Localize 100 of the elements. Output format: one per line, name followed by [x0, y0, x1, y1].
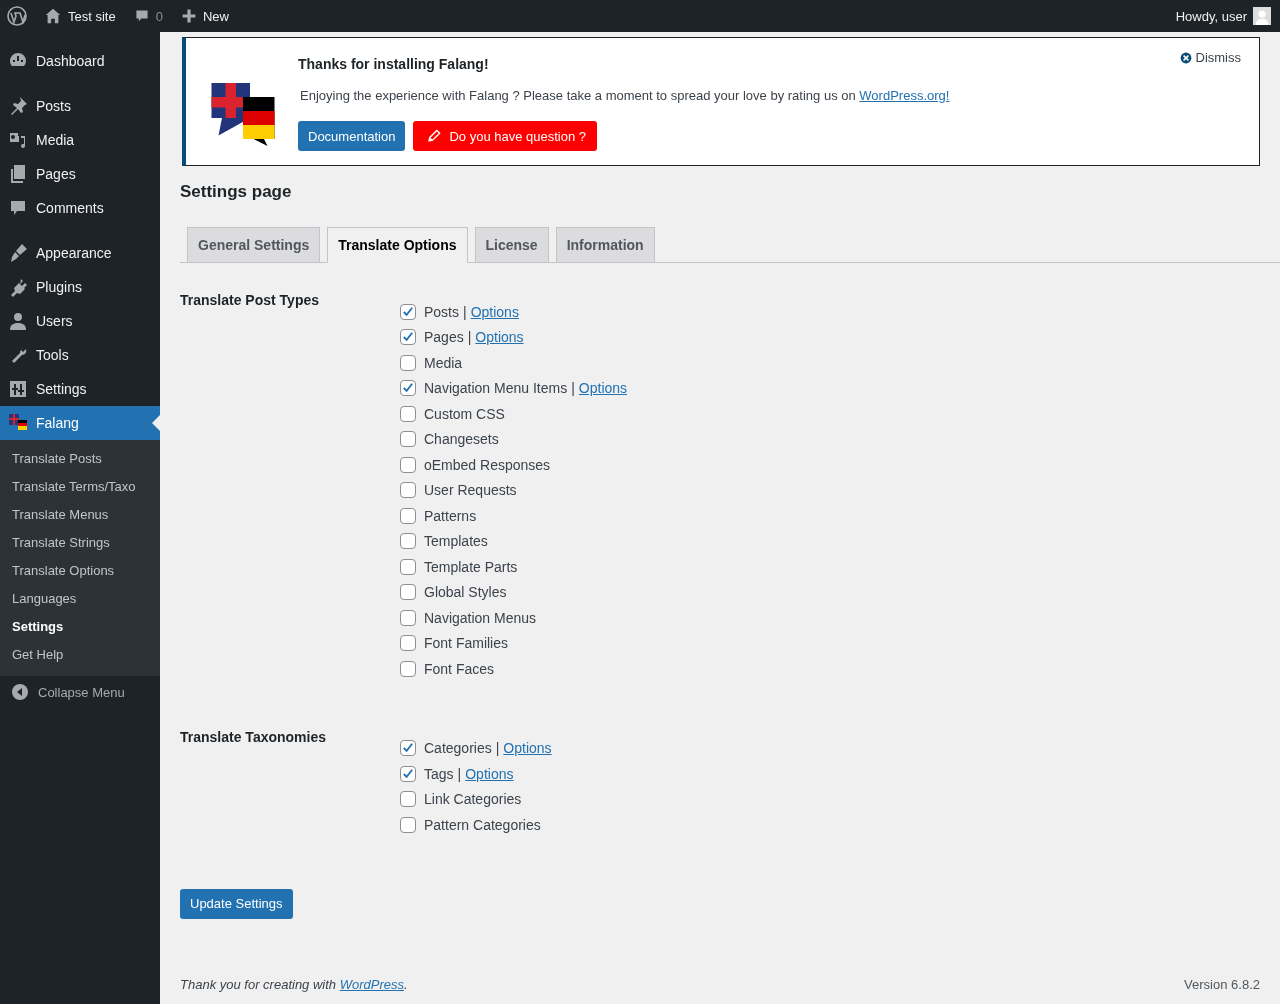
wordpress-org-link[interactable]: WordPress.org! [859, 88, 950, 103]
checkmark-icon [401, 766, 415, 781]
wordpress-link[interactable]: WordPress [339, 976, 404, 992]
checkbox[interactable] [400, 456, 416, 473]
user-icon [8, 311, 28, 331]
close-icon [1179, 51, 1192, 64]
checkbox-label: Navigation Menus [424, 609, 537, 626]
menu-item[interactable]: Settings [0, 372, 160, 406]
menu-item[interactable]: Appearance [0, 236, 160, 270]
checkbox[interactable] [400, 380, 416, 397]
checkbox-label: Media [424, 354, 463, 371]
new-link[interactable]: New [171, 0, 238, 32]
checkbox-label: Pattern Categories [424, 816, 541, 833]
checkbox[interactable] [400, 533, 416, 550]
checkbox[interactable] [400, 431, 416, 448]
site-link[interactable]: Test site [35, 0, 125, 32]
update-settings-button[interactable]: Update Settings [180, 888, 293, 919]
pencil-icon [427, 129, 442, 143]
submenu-item[interactable]: Translate Terms/Taxo [0, 473, 160, 501]
menu-item[interactable]: Falang [0, 406, 160, 440]
checkbox[interactable] [400, 791, 416, 808]
checkbox[interactable] [400, 816, 416, 833]
checkbox-label: Tags [424, 765, 454, 782]
flags-icon [8, 413, 28, 433]
checkbox[interactable] [400, 507, 416, 524]
checkbox[interactable] [400, 660, 416, 677]
pages-icon [8, 164, 28, 184]
account-link[interactable]: Howdy, user [1166, 0, 1280, 32]
checkmark-icon [401, 304, 415, 319]
section-heading: Translate Post Types [180, 292, 320, 310]
separator: | [467, 329, 472, 346]
checkbox-label: Font Families [424, 635, 509, 652]
tab[interactable]: General Settings [187, 227, 321, 263]
checkbox-label: Link Categories [424, 791, 522, 808]
submenu-item[interactable]: Translate Strings [0, 529, 160, 557]
page-title: Settings page [180, 182, 293, 202]
submenu-item[interactable]: Get Help [0, 641, 160, 669]
options-link[interactable]: Options [475, 329, 524, 346]
home-icon [44, 7, 62, 25]
menu-item[interactable]: Users [0, 304, 160, 338]
submenu-item[interactable]: Translate Posts [0, 445, 160, 473]
wordpress-logo-icon[interactable] [7, 6, 27, 26]
checkbox-label: Custom CSS [424, 405, 505, 422]
menu-item[interactable]: Plugins [0, 270, 160, 304]
dismiss-link[interactable]: Dismiss [1179, 50, 1241, 65]
notice-text: Enjoying the experience with Falang ? Please take a moment to spread your love by rating us on WordPress.org! [300, 88, 950, 103]
checkbox[interactable] [400, 303, 416, 320]
options-link[interactable]: Options [578, 380, 628, 397]
tab[interactable]: License [474, 227, 549, 263]
options-link[interactable]: Options [470, 303, 519, 320]
checkbox-label: Changesets [424, 431, 499, 448]
checkbox-label: User Requests [424, 482, 517, 499]
collapse-menu-button[interactable]: Collapse Menu [0, 676, 160, 702]
options-link[interactable]: Options [465, 765, 514, 782]
notice-title: Thanks for installing Falang! [298, 56, 490, 72]
menu-item[interactable]: Tools [0, 338, 160, 372]
tab[interactable]: Translate Options [327, 227, 468, 263]
checkbox-label: Patterns [424, 507, 477, 524]
checkbox[interactable] [400, 740, 416, 757]
checkbox[interactable] [400, 584, 416, 601]
submenu-item[interactable]: Translate Options [0, 557, 160, 585]
checkbox[interactable] [400, 635, 416, 652]
checkbox-label: oEmbed Responses [424, 456, 551, 473]
checkbox[interactable] [400, 609, 416, 626]
separator: | [571, 380, 575, 397]
menu-item[interactable]: Media [0, 123, 160, 157]
section-heading: Translate Taxonomies [180, 728, 327, 747]
separator: | [463, 303, 467, 320]
checkbox-label: Font Faces [424, 660, 495, 677]
options-link[interactable]: Options [503, 740, 552, 757]
comments-link[interactable]: 0 [124, 0, 172, 32]
checkbox[interactable] [400, 329, 416, 346]
submenu-item[interactable]: Settings [0, 613, 160, 641]
version-text: Version 6.8.2 [1184, 976, 1260, 992]
checkbox[interactable] [400, 405, 416, 422]
footer-text: Thank you for creating with WordPress. [180, 976, 408, 992]
checkbox[interactable] [400, 482, 416, 499]
menu-item[interactable]: Comments [0, 191, 160, 225]
question-button[interactable]: Do you have question ? [413, 121, 598, 151]
checkbox[interactable] [400, 558, 416, 575]
checkbox-label: Templates [424, 533, 488, 550]
submenu-item[interactable]: Languages [0, 585, 160, 613]
checkbox-label: Navigation Menu Items [424, 380, 568, 397]
sliders-icon [8, 379, 28, 399]
checkbox[interactable] [400, 765, 416, 782]
checkbox[interactable] [400, 354, 416, 371]
media-icon [8, 130, 28, 150]
checkbox-label: Template Parts [424, 558, 518, 575]
speech-bubble-icon [133, 8, 150, 24]
avatar-icon [1253, 7, 1271, 25]
checkbox-label: Pages [424, 329, 464, 346]
menu-item[interactable]: Pages [0, 157, 160, 191]
menu-item[interactable]: Posts [0, 89, 160, 123]
plus-icon [180, 8, 197, 24]
submenu-item[interactable]: Translate Menus [0, 501, 160, 529]
tab[interactable]: Information [555, 227, 655, 263]
separator: | [495, 740, 500, 757]
documentation-button[interactable]: Documentation [298, 121, 406, 151]
menu-item[interactable]: Dashboard [0, 44, 160, 78]
checkbox-label: Global Styles [424, 584, 507, 601]
